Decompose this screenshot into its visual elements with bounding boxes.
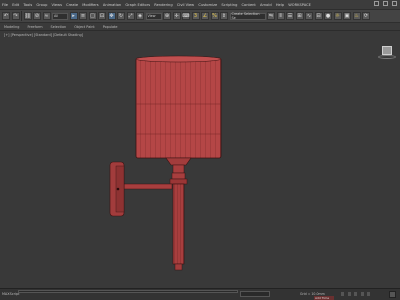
select-manipulate-icon[interactable]: ✛ (172, 12, 181, 20)
named-selection-sets-dropdown[interactable]: Create Selection Se (229, 12, 266, 20)
schematic-view-icon[interactable]: ⊟ (314, 12, 323, 20)
menu-scripting[interactable]: Scripting (221, 3, 237, 7)
menu-rendering[interactable]: Rendering (154, 3, 172, 7)
close-icon[interactable] (392, 1, 397, 6)
menu-customize[interactable]: Customize (198, 3, 217, 7)
tab-selection[interactable]: Selection (51, 25, 67, 29)
tab-object-paint[interactable]: Object Paint (74, 25, 95, 29)
arm-joint[interactable] (169, 172, 188, 185)
menu-edit[interactable]: Edit (12, 3, 19, 7)
select-object-icon[interactable]: ▸ (69, 12, 78, 20)
pivot-icon[interactable]: ⊕ (163, 12, 171, 20)
next-frame-icon[interactable] (359, 291, 365, 297)
render-production-icon[interactable]: ♨ (352, 12, 361, 20)
perspective-viewport[interactable]: [+] [Perspective] [Standard] [Default Sh… (0, 31, 400, 288)
menu-modifiers[interactable]: Modifiers (82, 3, 98, 7)
unlink-icon[interactable]: ⊘ (33, 12, 41, 20)
menu-workspace[interactable]: WORKSPACE (288, 3, 311, 7)
menu-group[interactable]: Group (36, 3, 47, 7)
tab-modeling[interactable]: Modeling (4, 25, 19, 29)
toolbar-divider (21, 11, 22, 21)
percent-snap-icon[interactable]: % (210, 12, 219, 20)
playback-controls (340, 291, 371, 297)
vertical-stem[interactable] (172, 183, 185, 271)
layer-explorer-icon[interactable]: ☰ (286, 12, 294, 20)
region-select-icon[interactable]: □ (88, 12, 97, 20)
menu-file[interactable]: File (2, 3, 8, 7)
maxscript-listener[interactable]: MAXScript (2, 292, 19, 296)
add-time-tag-button[interactable]: Add Time Tag (314, 296, 334, 300)
material-editor-icon[interactable]: ● (324, 12, 332, 20)
tab-populate[interactable]: Populate (103, 25, 118, 29)
minimize-icon[interactable] (374, 1, 379, 6)
prev-frame-icon[interactable] (346, 291, 352, 297)
lamp-arm[interactable] (123, 183, 173, 190)
menu-help[interactable]: Help (276, 3, 284, 7)
wall-backplate[interactable] (109, 161, 125, 217)
move-icon[interactable]: ✥ (107, 12, 116, 20)
menu-bar: File Edit Tools Group Views Create Modif… (0, 0, 400, 9)
menu-animation[interactable]: Animation (103, 3, 121, 7)
ribbon-tabs: Modeling Freeform Selection Object Paint… (0, 23, 400, 31)
link-icon[interactable]: ⛓ (23, 12, 32, 20)
angle-snap-icon[interactable]: ∠ (201, 12, 209, 20)
menu-civil-view[interactable]: Civil View (177, 3, 194, 7)
render-iterative-icon[interactable]: ⟳ (362, 12, 370, 20)
socket-cup[interactable] (165, 157, 192, 174)
viewport-navigation-icon[interactable] (389, 291, 396, 298)
coordinate-field[interactable] (240, 291, 270, 297)
window-controls (374, 1, 397, 6)
undo-icon[interactable]: ↶ (2, 12, 10, 20)
select-by-name-icon[interactable]: ≡ (79, 12, 87, 20)
scene-explorer-icon[interactable]: ⊞ (295, 12, 304, 20)
keyboard-shortcut-icon[interactable]: ⌨ (182, 12, 190, 20)
placement-icon[interactable]: ◈ (136, 12, 144, 20)
mirror-icon[interactable]: ⇋ (267, 12, 275, 20)
lamp-shade[interactable] (135, 55, 222, 159)
time-slider[interactable] (18, 290, 238, 293)
go-start-icon[interactable] (340, 291, 345, 297)
maximize-icon[interactable] (383, 1, 388, 6)
play-icon[interactable] (353, 291, 358, 297)
menu-tools[interactable]: Tools (23, 3, 32, 7)
redo-icon[interactable]: ↷ (11, 12, 20, 20)
tab-freeform[interactable]: Freeform (27, 25, 42, 29)
rendered-frame-icon[interactable]: ▣ (343, 12, 351, 20)
selection-filter-dropdown[interactable]: All (52, 12, 68, 20)
menu-views[interactable]: Views (52, 3, 62, 7)
curve-editor-icon[interactable]: ∿ (305, 12, 313, 20)
menu-arnold[interactable]: Arnold (260, 3, 272, 7)
menu-create[interactable]: Create (66, 3, 78, 7)
wall-lamp-model[interactable] (0, 31, 400, 288)
render-setup-icon[interactable]: ☼ (333, 12, 342, 20)
rotate-icon[interactable]: ↻ (117, 12, 125, 20)
reference-coordinate-dropdown[interactable]: View (145, 12, 162, 20)
go-end-icon[interactable] (366, 291, 371, 297)
scale-icon[interactable]: ⤢ (126, 12, 135, 20)
bind-space-warp-icon[interactable]: ≈ (42, 12, 51, 20)
main-toolbar: ↶ ↷ ⛓ ⊘ ≈ All ▸ ≡ □ ⊡ ✥ ↻ ⤢ ◈ View ⊕ ✛ ⌨… (0, 9, 400, 23)
menu-content[interactable]: Content (242, 3, 256, 7)
spinner-snap-icon[interactable]: ⇕ (220, 12, 228, 20)
status-bar: MAXScript Grid = 10.0mm Add Time Tag (0, 288, 400, 300)
snap-icon[interactable]: 3 (191, 12, 200, 20)
window-crossing-icon[interactable]: ⊡ (98, 12, 106, 20)
align-icon[interactable]: ⫴ (276, 12, 285, 20)
menu-graph-editors[interactable]: Graph Editors (125, 3, 150, 7)
